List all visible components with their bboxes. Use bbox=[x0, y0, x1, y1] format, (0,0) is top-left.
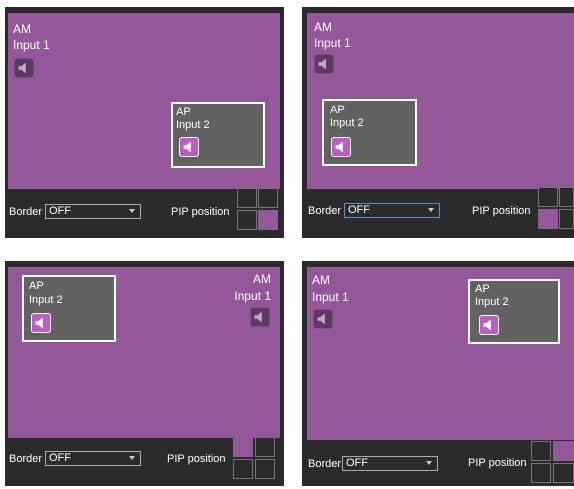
pip-source-name: AP bbox=[29, 280, 44, 292]
pip-position-top-left[interactable] bbox=[531, 441, 551, 461]
pip-position-bottom-right[interactable] bbox=[258, 210, 278, 230]
main-source-name: AM bbox=[253, 272, 271, 286]
chevron-down-icon bbox=[428, 208, 434, 212]
border-label: Border bbox=[308, 205, 342, 217]
border-label: Border bbox=[308, 458, 342, 470]
border-select-value: OFF bbox=[346, 457, 368, 469]
pip-position-top-left[interactable] bbox=[237, 188, 257, 208]
pip-panel-4: AM Input 1 AP Input 2 Border OFF PIP pos… bbox=[302, 261, 574, 486]
pip-window[interactable]: AP Input 2 bbox=[468, 279, 560, 344]
pip-window[interactable]: AP Input 2 bbox=[322, 99, 417, 166]
speaker-icon[interactable] bbox=[313, 309, 333, 329]
pip-position-bottom-left[interactable] bbox=[237, 210, 257, 230]
pip-source-input: Input 2 bbox=[330, 117, 364, 129]
speaker-icon[interactable] bbox=[14, 58, 34, 78]
pip-position-top-left[interactable] bbox=[233, 437, 253, 457]
border-select-value: OFF bbox=[49, 452, 71, 464]
border-select-value: OFF bbox=[348, 204, 370, 216]
border-label: Border bbox=[9, 453, 43, 465]
main-source-name: AM bbox=[312, 273, 330, 287]
pip-window[interactable]: AP Input 2 bbox=[22, 275, 116, 342]
main-source-name: AM bbox=[314, 20, 332, 34]
pip-position-label: PIP position bbox=[468, 457, 527, 469]
pip-source-input: Input 2 bbox=[475, 296, 509, 308]
pip-source-input: Input 2 bbox=[29, 294, 63, 306]
pip-source-name: AP bbox=[330, 104, 345, 116]
main-source-input: Input 1 bbox=[13, 38, 50, 52]
pip-panel-1: AM Input 1 AP Input 2 Border OFF PIP pos… bbox=[5, 7, 284, 238]
chevron-down-icon bbox=[129, 209, 135, 213]
speaker-icon[interactable] bbox=[31, 313, 51, 333]
border-select[interactable]: OFF bbox=[344, 203, 440, 218]
pip-position-bottom-right[interactable] bbox=[255, 459, 275, 479]
pip-position-top-right[interactable] bbox=[258, 188, 278, 208]
border-select-value: OFF bbox=[49, 205, 71, 217]
main-source-input: Input 1 bbox=[312, 290, 349, 304]
pip-panel-2: AM Input 1 AP Input 2 Border OFF PIP pos… bbox=[302, 7, 574, 238]
pip-position-top-left[interactable] bbox=[538, 187, 558, 207]
pip-position-label: PIP position bbox=[171, 206, 230, 218]
border-select[interactable]: OFF bbox=[342, 456, 438, 471]
border-label: Border bbox=[9, 206, 43, 218]
pip-position-label: PIP position bbox=[167, 453, 226, 465]
border-select[interactable]: OFF bbox=[45, 204, 141, 219]
pip-source-name: AP bbox=[475, 283, 490, 295]
border-select[interactable]: OFF bbox=[45, 451, 141, 466]
speaker-icon[interactable] bbox=[314, 54, 334, 74]
pip-position-bottom-left[interactable] bbox=[233, 459, 253, 479]
speaker-icon[interactable] bbox=[250, 307, 270, 327]
main-source-input: Input 1 bbox=[234, 289, 271, 303]
chevron-down-icon bbox=[129, 456, 135, 460]
pip-position-label: PIP position bbox=[472, 205, 531, 217]
main-source-name: AM bbox=[13, 22, 31, 36]
speaker-icon[interactable] bbox=[331, 137, 351, 157]
pip-window[interactable]: AP Input 2 bbox=[171, 102, 265, 168]
pip-position-top-right[interactable] bbox=[255, 437, 275, 457]
speaker-icon[interactable] bbox=[179, 137, 199, 157]
pip-position-bottom-right[interactable] bbox=[553, 463, 574, 483]
pip-position-bottom-left[interactable] bbox=[531, 463, 551, 483]
speaker-icon[interactable] bbox=[479, 315, 499, 335]
pip-source-input: Input 2 bbox=[176, 119, 210, 131]
pip-position-top-right[interactable] bbox=[553, 441, 574, 461]
pip-panel-3: AM Input 1 AP Input 2 Border OFF PIP pos… bbox=[5, 261, 284, 486]
pip-source-name: AP bbox=[176, 106, 191, 118]
main-source-input: Input 1 bbox=[314, 36, 351, 50]
pip-position-top-right[interactable] bbox=[559, 187, 574, 207]
pip-position-bottom-left[interactable] bbox=[538, 209, 558, 229]
pip-position-bottom-right[interactable] bbox=[559, 209, 574, 229]
chevron-down-icon bbox=[426, 461, 432, 465]
